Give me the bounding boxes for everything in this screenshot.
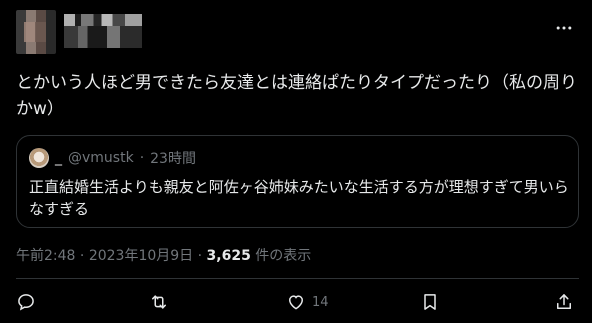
like-button[interactable]: 14	[286, 292, 329, 312]
meta-dot: ·	[79, 248, 85, 264]
share-icon	[557, 294, 571, 309]
view-count: 3,625	[206, 248, 251, 264]
share-button[interactable]	[554, 292, 574, 312]
tweet-time[interactable]: 午前2:48	[16, 248, 75, 264]
quote-time: 23時間	[150, 151, 196, 167]
quote-display-name: _	[55, 150, 62, 166]
pixelated-author-name[interactable]	[64, 14, 142, 48]
heart-icon	[288, 295, 304, 310]
quote-header: _ @vmustk · 23時間	[29, 148, 196, 168]
bookmark-icon	[424, 294, 436, 310]
avatar[interactable]	[16, 10, 56, 54]
quote-avatar	[29, 148, 49, 168]
quote-handle: @vmustk	[68, 150, 134, 166]
tweet-date[interactable]: 2023年10月9日	[89, 248, 193, 264]
tweet-text-line: とかいう人ほど男できたら友達とは連絡ぱたりタイプだったり（私の周り	[16, 73, 577, 93]
reply-button[interactable]	[16, 292, 36, 312]
meta-dot: ·	[197, 248, 203, 264]
like-count: 14	[312, 294, 329, 310]
quote-text-line: なすぎる	[29, 200, 90, 218]
tweet-text: とかいう人ほど男できたら友達とは連絡ぱたりタイプだったり（私の周り かw）	[16, 70, 581, 122]
tweet-header	[16, 10, 576, 54]
divider	[16, 278, 579, 279]
tweet-metadata: 午前2:48 · 2023年10月9日 · 3,625 件の表示	[16, 245, 311, 265]
quote-text-line: 正直結婚生活よりも親友と阿佐ヶ谷姉妹みたいな生活する方が理想すぎて男いら	[29, 178, 569, 196]
tweet-text-line: かw）	[16, 99, 64, 119]
retweet-button[interactable]	[149, 292, 169, 312]
quoted-tweet[interactable]: _ @vmustk · 23時間 正直結婚生活よりも親友と阿佐ヶ谷姉妹みたいな生…	[16, 135, 579, 228]
bookmark-button[interactable]	[420, 292, 440, 312]
more-icon[interactable]	[552, 16, 576, 40]
action-bar: 14	[16, 292, 579, 318]
reply-icon	[18, 294, 34, 311]
view-count-label: 件の表示	[255, 248, 312, 264]
quote-separator: ·	[139, 150, 145, 166]
quote-text: 正直結婚生活よりも親友と阿佐ヶ谷姉妹みたいな生活する方が理想すぎて男いら なすぎ…	[29, 176, 569, 220]
retweet-icon	[152, 295, 166, 309]
